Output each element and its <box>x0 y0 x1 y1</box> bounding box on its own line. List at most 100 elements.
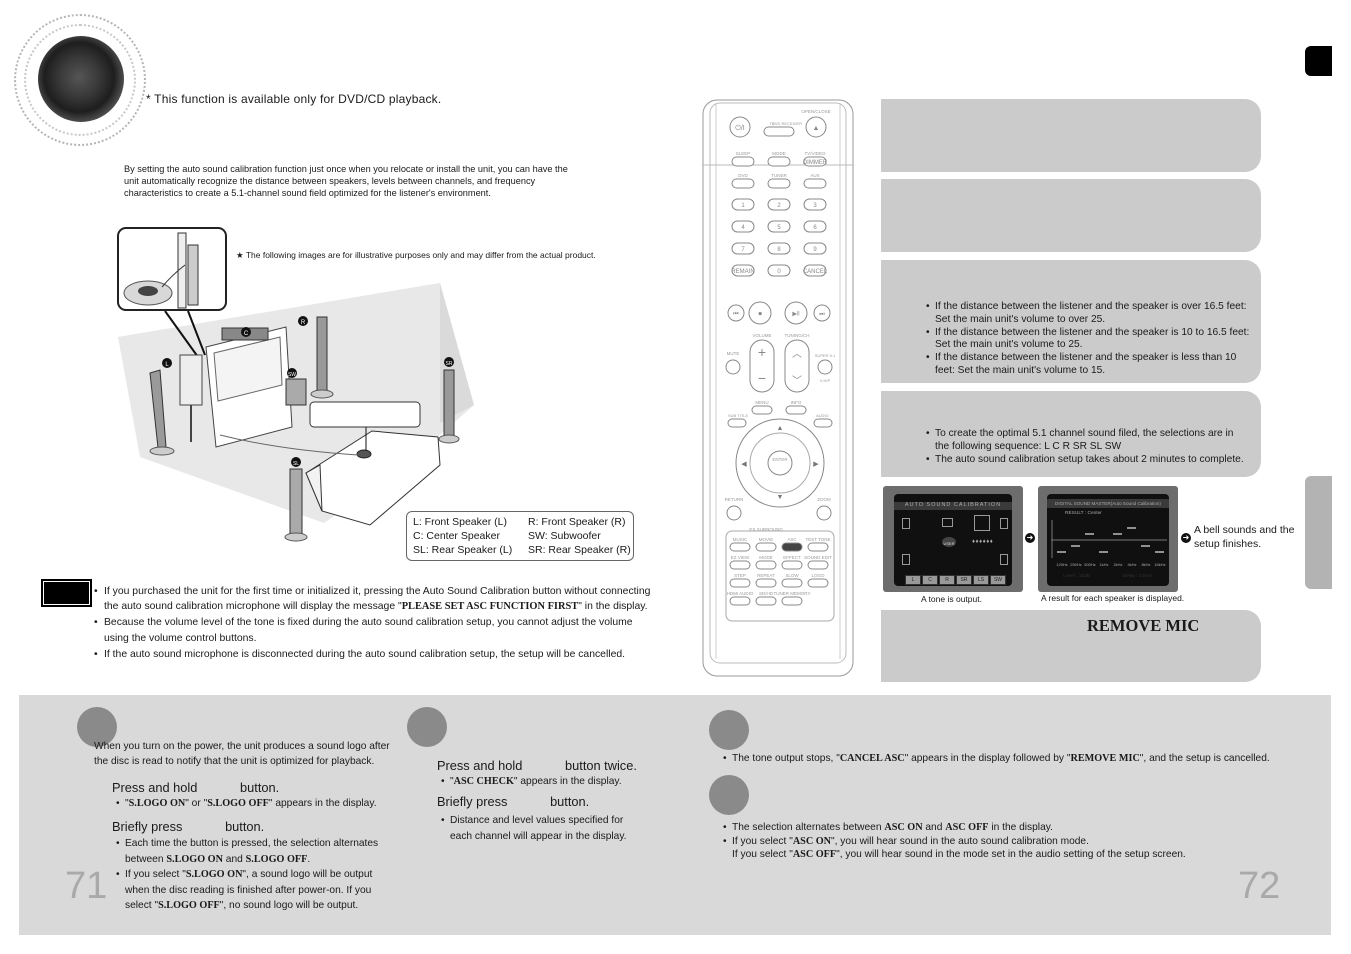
remote-slow-button-caption: SLOW <box>785 573 799 578</box>
step-box-4: To create the optimal 5.1 channel sound … <box>881 391 1261 477</box>
step-circle <box>407 707 447 747</box>
receiver-icon <box>179 354 203 406</box>
remote-ez-view-button[interactable] <box>729 560 751 570</box>
remote-tuner-memory-button-caption: TUNER MEMORY <box>774 591 811 596</box>
remote-repeat-button-caption: REPEAT <box>757 573 775 578</box>
badge-r: R <box>301 320 306 326</box>
remote-sound-edit-button[interactable] <box>807 560 829 570</box>
subtitle-caption: SUB TITLE <box>728 413 748 418</box>
remote-step-button-caption: STEP <box>734 573 746 578</box>
subtitle-button[interactable] <box>727 418 747 428</box>
remote-logo-button[interactable] <box>807 578 829 588</box>
logo-step1: Press and hold button. <box>112 780 280 795</box>
audio-caption: AUDIO <box>816 413 829 418</box>
dpad-right-icon[interactable]: ▶ <box>813 461 819 468</box>
volume-up-icon: + <box>758 344 766 360</box>
remote-music-button-caption: MUSIC <box>733 537 748 542</box>
step-box-2 <box>881 179 1261 252</box>
dpad-down-icon[interactable]: ▼ <box>777 494 784 501</box>
speaker-legend: L: Front Speaker (L) C: Center Speaker S… <box>406 511 634 561</box>
remote-music-button[interactable] <box>729 542 751 552</box>
channel-indicator: SW <box>990 575 1006 585</box>
remote-repeat-button[interactable] <box>755 578 777 588</box>
screen2-level: Level : 15dB <box>1063 574 1090 579</box>
note-item: If the auto sound microphone is disconne… <box>94 647 656 662</box>
menu-button-caption: MENU <box>755 400 768 405</box>
remote-hdmi-audio-button[interactable] <box>729 596 751 606</box>
legend-r: R: Front Speaker (R) <box>528 516 626 528</box>
eq-freq-label: 500Hz <box>1084 562 1096 567</box>
notes-list: If you purchased the unit for the first … <box>94 584 656 663</box>
remote-sleep-button[interactable] <box>731 156 755 167</box>
mode-switch[interactable] <box>763 126 795 137</box>
channel-indicator: R <box>939 575 955 585</box>
screen2-title: DIGITAL SOUND MASTER(Auto Sound Calibrat… <box>1047 499 1169 508</box>
remote-effect-button[interactable] <box>781 560 803 570</box>
remote-movie-button-caption: MOVIE <box>759 537 774 542</box>
zoom-button[interactable] <box>816 505 832 521</box>
channel-indicator: LS <box>973 575 989 585</box>
dvd-receiver-caption: DVD RECEIVER <box>772 121 802 126</box>
dpad-up-icon[interactable]: ▲ <box>777 425 784 432</box>
remote-mode-button[interactable] <box>755 560 777 570</box>
legend-sl: SL: Rear Speaker (L) <box>413 544 513 556</box>
remote-test-tone-button[interactable] <box>807 542 829 552</box>
duration-tip: The auto sound calibration setup takes a… <box>926 454 1247 467</box>
remote-movie-button[interactable] <box>755 542 777 552</box>
remote-sd-hd-button[interactable] <box>755 596 777 606</box>
note-badge <box>41 579 92 607</box>
logo-step2-note: Each time the button is pressed, the sel… <box>116 836 396 867</box>
screen1-title: AUTO SOUND CALIBRATION <box>894 502 1012 510</box>
remote-logo-button-caption: LOGO <box>811 573 825 578</box>
eq-result-chart: 125Hz 250Hz 500Hz 1kHz 2kHz 4kHz 8kHz 16kHz <box>1051 520 1167 567</box>
tuning-up-icon: ︿ <box>792 349 802 360</box>
distance-tip: If the distance between the listener and… <box>926 352 1257 378</box>
audio-button[interactable] <box>813 418 833 428</box>
speaker-cone-icon <box>38 36 124 122</box>
remote-tv-video-button-caption: TV/VIDEO <box>804 151 826 156</box>
logo-step1-note: "S.LOGO ON" or "S.LOGO OFF" appears in t… <box>116 796 406 812</box>
remote-mode-button-caption: MODE <box>772 151 786 156</box>
eq-freq-label: 1kHz <box>1099 562 1108 567</box>
menu-button[interactable] <box>751 405 773 415</box>
remote-asc-button[interactable] <box>781 542 803 552</box>
remote-remain-button-label: REMAIN <box>731 269 754 275</box>
intro-paragraph: By setting the auto sound calibration fu… <box>124 164 568 199</box>
page-number-left: 71 <box>65 865 108 907</box>
remote-hdmi-audio-button-caption: HDMI AUDIO <box>727 591 754 596</box>
zoom-caption: ZOOM <box>817 497 831 502</box>
mute-button[interactable] <box>725 359 741 375</box>
return-button[interactable] <box>726 505 742 521</box>
super51-caption: SUPER 5.1 <box>815 353 836 358</box>
remote-tuner-button[interactable] <box>767 178 791 189</box>
availability-note: * This function is available only for DV… <box>146 92 442 106</box>
remote-asc-button-caption: ASC <box>787 537 797 542</box>
info-button[interactable] <box>785 405 807 415</box>
remote-step-button[interactable] <box>729 578 751 588</box>
super51-button[interactable] <box>817 359 833 375</box>
legend-l: L: Front Speaker (L) <box>413 516 507 528</box>
remote-sound-edit-button-caption: SOUND EDIT <box>804 555 832 560</box>
dpad-left-icon[interactable]: ◀ <box>741 461 747 468</box>
step-box-5: REMOVE MIC <box>881 610 1261 682</box>
remote-tuner-button-caption: TUNER <box>771 173 787 178</box>
legend-c: C: Center Speaker <box>413 530 500 542</box>
remote-aux-button[interactable] <box>803 178 827 189</box>
remote-mode-button[interactable] <box>767 156 791 167</box>
enter-button[interactable] <box>767 450 793 476</box>
screen1-caption: A tone is output. <box>921 594 982 604</box>
badge-c: C <box>244 331 249 337</box>
speaker-logo <box>14 14 146 146</box>
check-step2: Briefly press button. <box>437 794 590 809</box>
arrow-right-icon: ➜ <box>1181 533 1191 543</box>
speaker-r <box>316 316 328 394</box>
remote-slow-button[interactable] <box>781 578 803 588</box>
cancel-note: The tone output stops, "CANCEL ASC" appe… <box>723 751 1323 767</box>
remote-aux-button-caption: AUX <box>810 173 819 178</box>
volume-caption: VOLUME <box>752 333 771 338</box>
step-box-1 <box>881 99 1261 172</box>
section-tab-black <box>1305 46 1332 76</box>
remote-dvd-button[interactable] <box>731 178 755 189</box>
remote-tuner-memory-button[interactable] <box>781 596 803 606</box>
mic-position-callout <box>309 401 421 428</box>
